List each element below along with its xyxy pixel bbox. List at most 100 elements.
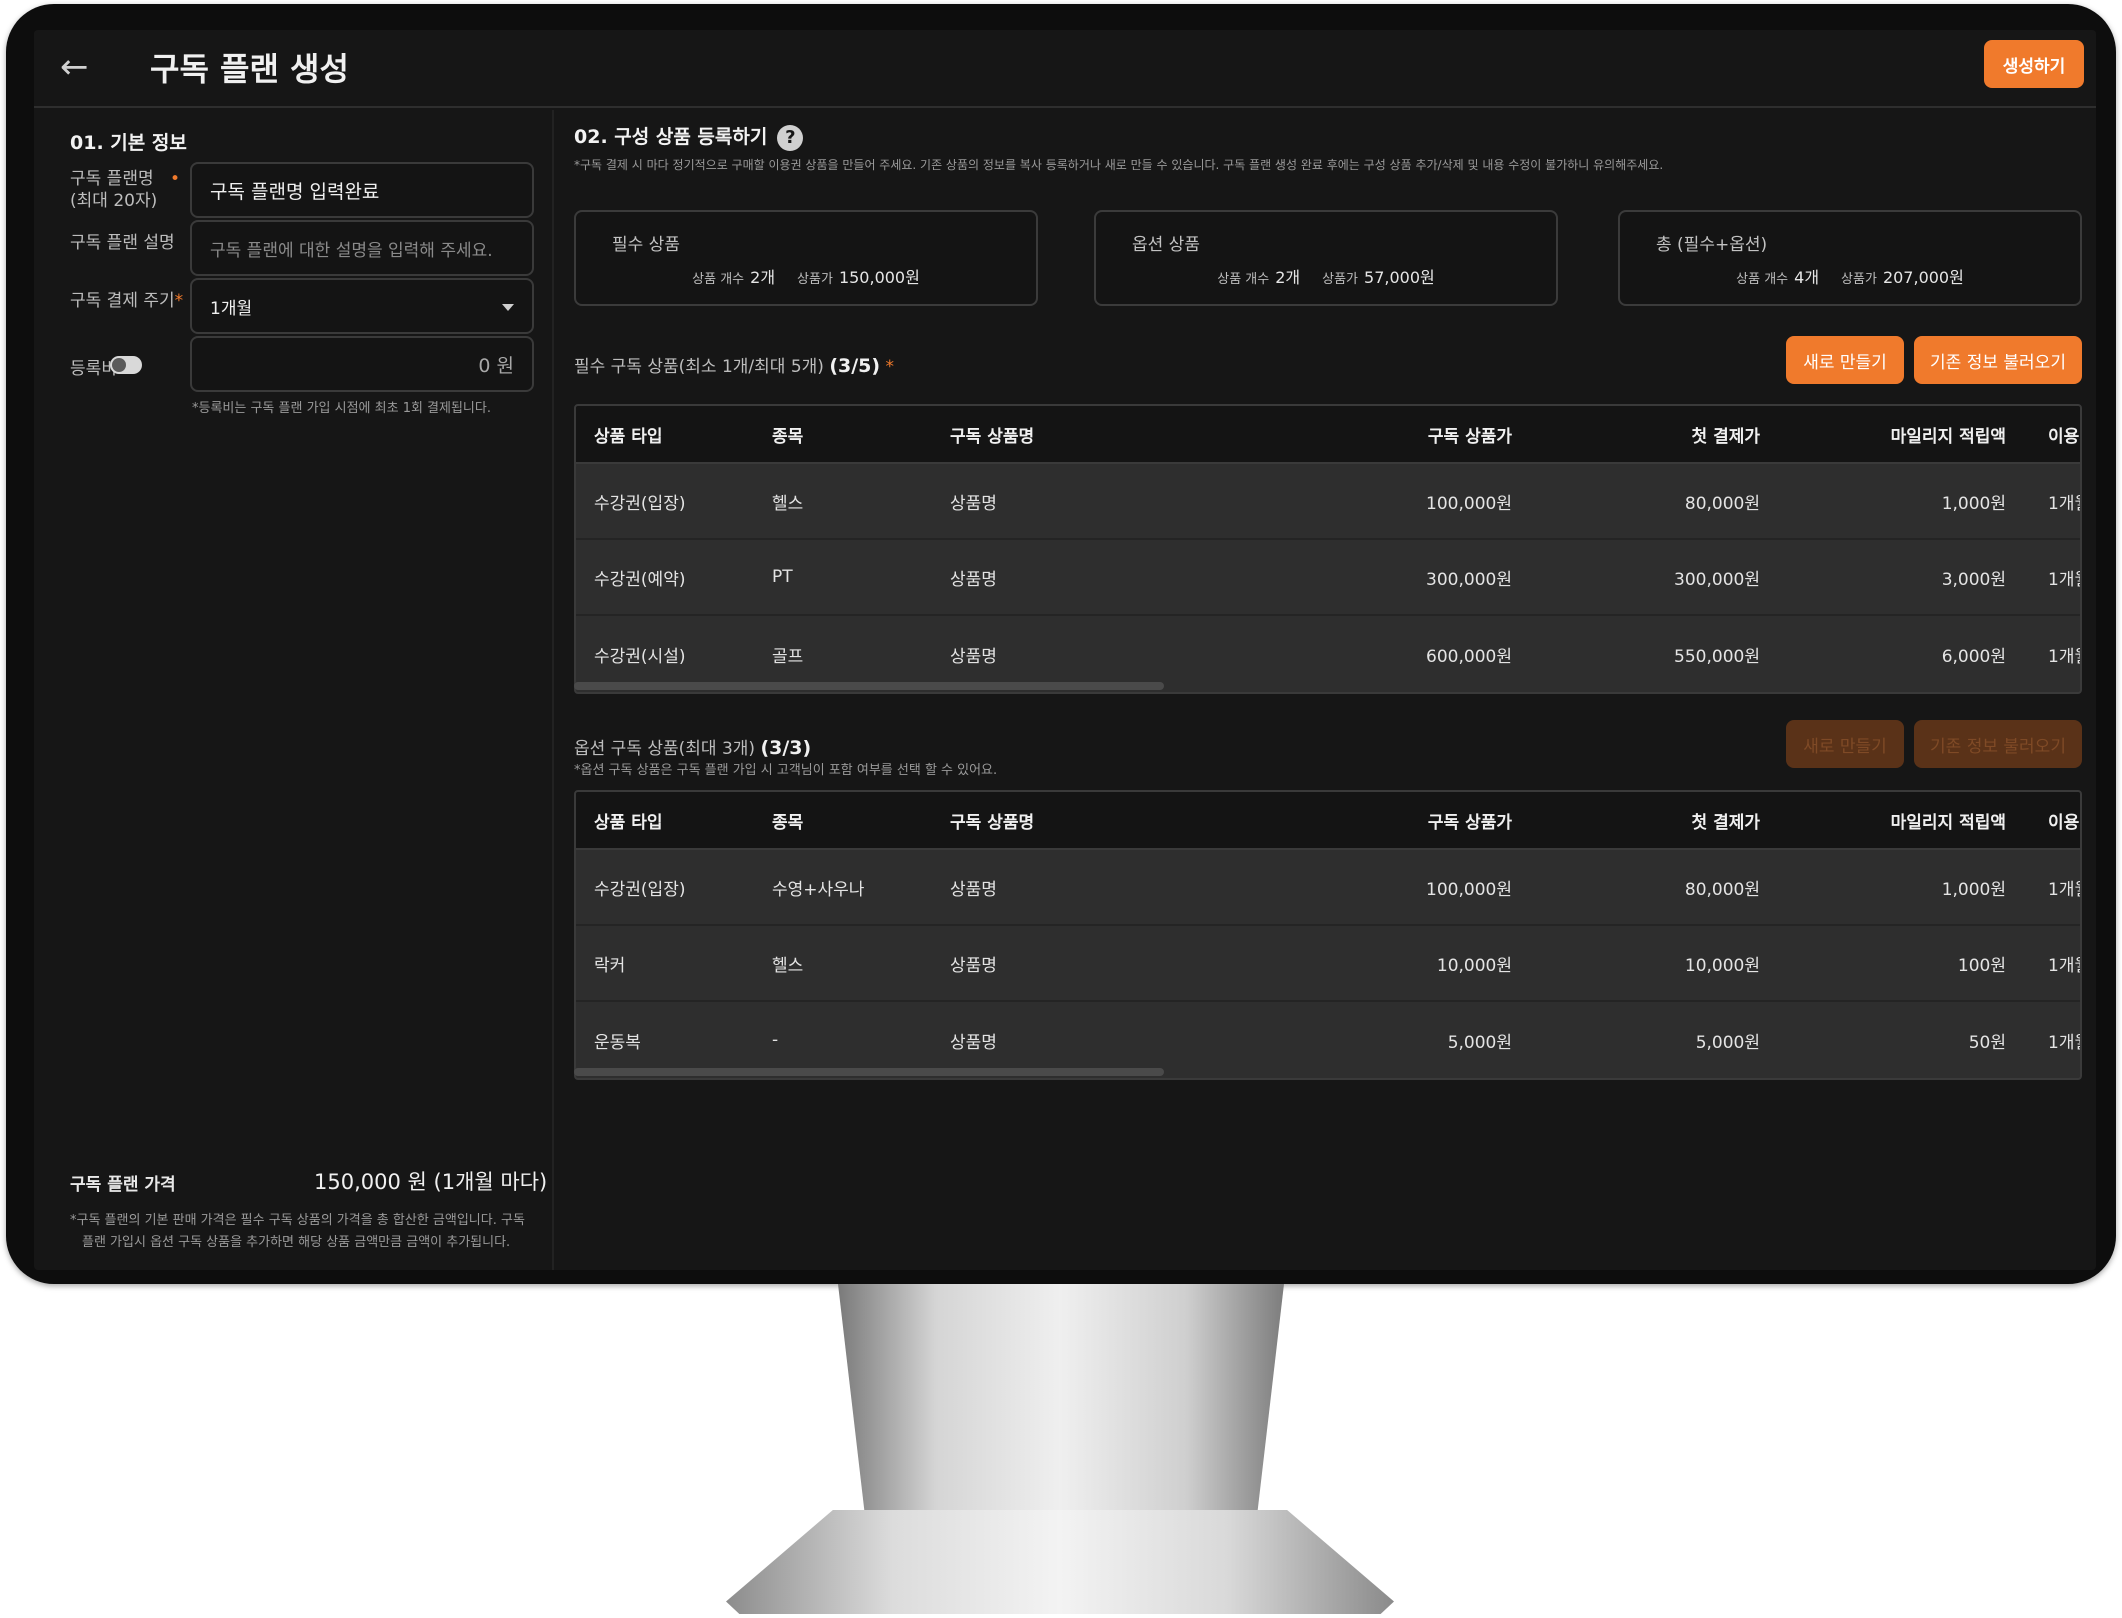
- column-header: 마일리지 적립액: [1890, 812, 2006, 833]
- registration-fee-input[interactable]: 0 원: [190, 336, 534, 392]
- table-cell: 수강권(시설): [594, 646, 686, 667]
- table-cell: 600,000원: [1426, 646, 1512, 667]
- summary-optional: 옵션 상품 상품 개수 2개 상품가 57,000원: [1094, 210, 1558, 306]
- chevron-down-icon: [502, 304, 514, 311]
- table-cell: 골프: [772, 646, 804, 667]
- plan-name-input[interactable]: 구독 플랜명 입력완료: [190, 162, 534, 218]
- page-title: 구독 플랜 생성: [150, 50, 349, 88]
- table-cell: 300,000원: [1426, 569, 1512, 590]
- table-header: 상품 타입 종목 구독 상품명 구독 상품가 첫 결제가 마일리지 적립액 이용…: [576, 792, 2080, 850]
- create-button[interactable]: 생성하기: [1984, 40, 2084, 88]
- plan-price-label: 구독 플랜 가격: [70, 1175, 176, 1195]
- table-cell: 550,000원: [1674, 646, 1760, 667]
- table-row[interactable]: 수강권(예약) PT 상품명 300,000원 300,000원 3,000원 …: [576, 540, 2080, 616]
- required-load-button[interactable]: 기존 정보 불러오기: [1914, 336, 2082, 384]
- column-header: 첫 결제가: [1691, 812, 1760, 833]
- monitor-stand-neck: [838, 1284, 1284, 1514]
- table-cell: 100,000원: [1426, 493, 1512, 514]
- table-cell: 1개월: [2048, 879, 2080, 900]
- back-arrow-icon[interactable]: ←: [60, 50, 89, 84]
- optional-section-note: *옵션 구독 상품은 구독 플랜 가입 시 고객님이 포함 여부를 선택 할 수…: [574, 763, 998, 778]
- summary-total-values: 상품 개수 4개 상품가 207,000원: [1736, 268, 1964, 287]
- summary-total-title: 총 (필수+옵션): [1656, 235, 1768, 255]
- column-header: 마일리지 적립액: [1890, 426, 2006, 447]
- registration-fee-toggle[interactable]: [110, 356, 142, 374]
- summary-total: 총 (필수+옵션) 상품 개수 4개 상품가 207,000원: [1618, 210, 2082, 306]
- table-cell: 수영+사우나: [772, 879, 865, 900]
- table-row[interactable]: 수강권(입장) 헬스 상품명 100,000원 80,000원 1,000원 1…: [576, 464, 2080, 540]
- monitor-stand-base: [726, 1510, 1394, 1614]
- optional-products-table: 상품 타입 종목 구독 상품명 구독 상품가 첫 결제가 마일리지 적립액 이용…: [574, 790, 2082, 1080]
- column-header: 종목: [772, 426, 804, 447]
- table-cell: 수강권(입장): [594, 493, 686, 514]
- table-cell: 헬스: [772, 493, 804, 514]
- table-cell: 수강권(예약): [594, 569, 686, 590]
- billing-cycle-value: 1개월: [210, 298, 253, 319]
- table-cell: 상품명: [950, 1032, 997, 1053]
- monitor-bezel: ← 구독 플랜 생성 생성하기 01. 기본 정보 구독 플랜명 • (최대 2…: [6, 4, 2116, 1284]
- column-header: 첫 결제가: [1691, 426, 1760, 447]
- monitor: ← 구독 플랜 생성 생성하기 01. 기본 정보 구독 플랜명 • (최대 2…: [0, 0, 2122, 1618]
- billing-cycle-select[interactable]: 1개월: [190, 278, 534, 334]
- registration-fee-note: *등록비는 구독 플랜 가입 시점에 최초 1회 결제됩니다.: [192, 401, 491, 416]
- summary-required: 필수 상품 상품 개수 2개 상품가 150,000원: [574, 210, 1038, 306]
- table-cell: 80,000원: [1684, 879, 1760, 900]
- table-cell: 1개월: [2048, 955, 2080, 976]
- column-header: 상품 타입: [594, 812, 663, 833]
- products-panel: 02. 구성 상품 등록하기? *구독 결제 시 마다 정기적으로 구매할 이용…: [574, 110, 2096, 1270]
- optional-table-scrollbar[interactable]: [574, 1068, 1164, 1076]
- table-cell: 1,000원: [1941, 493, 2006, 514]
- table-cell: 1개월: [2048, 569, 2080, 590]
- table-row[interactable]: 락커 헬스 상품명 10,000원 10,000원 100원 1개월: [576, 926, 2080, 1002]
- required-new-button[interactable]: 새로 만들기: [1786, 336, 1904, 384]
- column-header: 이용기: [2048, 426, 2080, 447]
- table-row[interactable]: 수강권(입장) 수영+사우나 상품명 100,000원 80,000원 1,00…: [576, 850, 2080, 926]
- summary-required-values: 상품 개수 2개 상품가 150,000원: [692, 268, 920, 287]
- required-table-scrollbar[interactable]: [574, 682, 1164, 690]
- table-cell: 10,000원: [1436, 955, 1512, 976]
- plan-price-value: 150,000 원 (1개월 마다): [314, 1170, 548, 1194]
- basic-info-panel: 01. 기본 정보 구독 플랜명 • (최대 20자) 구독 플랜명 입력완료 …: [34, 110, 554, 1270]
- page-header: ← 구독 플랜 생성 생성하기: [34, 30, 2096, 108]
- basic-info-title: 01. 기본 정보: [70, 132, 187, 154]
- table-row[interactable]: 운동복 - 상품명 5,000원 5,000원 50원 1개월: [576, 1002, 2080, 1078]
- table-cell: 5,000원: [1695, 1032, 1760, 1053]
- table-cell: 운동복: [594, 1032, 641, 1053]
- optional-new-button[interactable]: 새로 만들기: [1786, 720, 1904, 768]
- plan-desc-input[interactable]: 구독 플랜에 대한 설명을 입력해 주세요.: [190, 220, 534, 276]
- column-header: 구독 상품가: [1427, 426, 1512, 447]
- table-row[interactable]: 수강권(시설) 골프 상품명 600,000원 550,000원 6,000원 …: [576, 616, 2080, 692]
- optional-load-button[interactable]: 기존 정보 불러오기: [1914, 720, 2082, 768]
- table-cell: 락커: [594, 955, 626, 976]
- plan-price-note-2: 플랜 가입시 옵션 구독 상품을 추가하면 해당 상품 금액만큼 금액이 추가됩…: [82, 1235, 511, 1250]
- table-cell: 6,000원: [1941, 646, 2006, 667]
- plan-price-note-1: *구독 플랜의 기본 판매 가격은 필수 구독 상품의 가격을 총 합산한 금액…: [70, 1213, 525, 1228]
- column-header: 구독 상품명: [950, 812, 1035, 833]
- column-header: 종목: [772, 812, 804, 833]
- table-cell: 5,000원: [1447, 1032, 1512, 1053]
- table-cell: 100원: [1957, 955, 2006, 976]
- table-cell: 헬스: [772, 955, 804, 976]
- billing-cycle-label: 구독 결제 주기*: [70, 291, 184, 311]
- column-header: 구독 상품명: [950, 426, 1035, 447]
- table-cell: 300,000원: [1674, 569, 1760, 590]
- table-cell: 상품명: [950, 569, 997, 590]
- app-screen: ← 구독 플랜 생성 생성하기 01. 기본 정보 구독 플랜명 • (최대 2…: [34, 30, 2096, 1270]
- summary-required-title: 필수 상품: [612, 235, 680, 255]
- required-products-table: 상품 타입 종목 구독 상품명 구독 상품가 첫 결제가 마일리지 적립액 이용…: [574, 404, 2082, 694]
- plan-desc-label: 구독 플랜 설명: [70, 233, 175, 253]
- plan-name-label-line2: (최대 20자): [70, 191, 158, 211]
- column-header: 이용기: [2048, 812, 2080, 833]
- table-cell: 100,000원: [1426, 879, 1512, 900]
- table-cell: PT: [772, 567, 793, 587]
- summary-optional-values: 상품 개수 2개 상품가 57,000원: [1217, 268, 1435, 287]
- products-title: 02. 구성 상품 등록하기?: [574, 122, 804, 151]
- optional-section-title: 옵션 구독 상품(최대 3개) (3/3): [574, 737, 812, 759]
- table-cell: 1개월: [2048, 493, 2080, 514]
- help-icon[interactable]: ?: [777, 124, 804, 151]
- table-header: 상품 타입 종목 구독 상품명 구독 상품가 첫 결제가 마일리지 적립액 이용…: [576, 406, 2080, 464]
- table-cell: 상품명: [950, 955, 997, 976]
- table-cell: 수강권(입장): [594, 879, 686, 900]
- table-cell: 80,000원: [1684, 493, 1760, 514]
- plan-name-label-line1: 구독 플랜명 •: [70, 169, 181, 189]
